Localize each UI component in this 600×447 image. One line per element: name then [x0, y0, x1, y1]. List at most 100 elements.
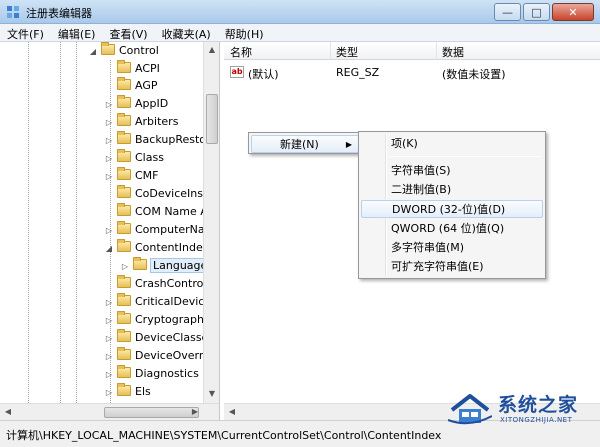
expand-icon[interactable]: ▷ [104, 330, 114, 347]
expand-icon[interactable]: ▷ [104, 222, 114, 239]
folder-icon [117, 275, 131, 288]
menu-item-qword-value[interactable]: QWORD (64 位)值(Q) [361, 220, 543, 238]
tree-item[interactable]: ▷ DeviceClasses [104, 329, 214, 346]
folder-icon [117, 167, 131, 180]
folder-icon [117, 185, 131, 198]
scroll-down-icon[interactable]: ▼ [204, 386, 219, 402]
expand-icon[interactable]: ▷ [104, 96, 114, 113]
window-title: 注册表编辑器 [26, 7, 92, 20]
collapse-icon[interactable]: ◢ [88, 43, 98, 60]
expand-icon[interactable]: ▷ [104, 384, 114, 401]
list-header: 名称 类型 数据 [224, 42, 600, 60]
tree-item[interactable]: ▷ AppID [104, 95, 168, 112]
folder-icon [117, 131, 131, 144]
column-type-header[interactable]: 类型 [336, 44, 358, 60]
column-data-header[interactable]: 数据 [442, 44, 464, 60]
expand-icon[interactable]: ▷ [104, 348, 114, 365]
tree-item-language[interactable]: ▷ Language [120, 257, 211, 275]
menu-item-key[interactable]: 项(K) [361, 135, 543, 153]
registry-editor-icon [7, 6, 19, 18]
tree-item[interactable]: CoDeviceInsta [104, 185, 214, 202]
tree-item[interactable]: COM Name A [104, 203, 208, 220]
folder-icon [117, 77, 131, 90]
folder-icon [117, 293, 131, 306]
list-item[interactable]: ab (默认) REG_SZ (数值未设置) [224, 64, 600, 81]
menu-item-dword-value[interactable]: DWORD (32-位)值(D) [361, 200, 543, 218]
watermark-subtext: XITONGZHIJIA.NET [500, 416, 573, 424]
value-data: (数值未设置) [442, 68, 506, 81]
tree-item-control[interactable]: ◢ Control [88, 42, 159, 59]
folder-icon [117, 113, 131, 126]
tree-item[interactable]: ▷ BackupRestor [104, 131, 211, 148]
submenu-arrow-icon: ▶ [345, 140, 352, 149]
collapse-icon[interactable]: ◢ [104, 240, 114, 257]
folder-icon [133, 257, 147, 270]
folder-icon [117, 311, 131, 324]
expand-icon[interactable]: ▷ [104, 114, 114, 131]
scroll-up-icon[interactable]: ▲ [204, 42, 219, 58]
context-menu: 新建(N) ▶ [248, 132, 362, 154]
menu-view[interactable]: 查看(V) [102, 24, 154, 41]
scroll-thumb[interactable] [104, 407, 199, 418]
folder-icon [117, 383, 131, 396]
menu-item-multi-string-value[interactable]: 多字符串值(M) [361, 239, 543, 257]
minimize-button[interactable]: — [494, 3, 521, 21]
menu-item-new[interactable]: 新建(N) ▶ [251, 135, 359, 153]
folder-icon [117, 95, 131, 108]
maximize-button[interactable]: □ [523, 3, 550, 21]
tree-item[interactable]: ▷ CriticalDeviceI [104, 293, 214, 310]
tree-item[interactable]: ▷ DeviceOverric [104, 347, 213, 364]
tree-horizontal-scrollbar[interactable]: ◀ ▶ [0, 403, 219, 420]
tree-item-contentindex[interactable]: ◢ ContentIndex [104, 239, 209, 256]
tree-vertical-scrollbar[interactable]: ▲ ▼ [203, 42, 219, 403]
value-type: REG_SZ [336, 66, 380, 79]
menu-item-string-value[interactable]: 字符串值(S) [361, 162, 543, 180]
tree-item[interactable]: ACPI [104, 60, 160, 77]
scroll-left-icon[interactable]: ◀ [224, 404, 240, 420]
string-value-icon: ab [230, 66, 244, 78]
folder-open-icon [117, 239, 131, 252]
tree-item[interactable]: ▷ ComputerNar [104, 221, 209, 238]
tree-item[interactable]: ▷ Els [104, 383, 151, 400]
tree-item[interactable]: ▷ Class [104, 149, 164, 166]
folder-icon [117, 203, 131, 216]
menu-file[interactable]: 文件(F) [0, 24, 51, 41]
column-name-header[interactable]: 名称 [230, 44, 252, 60]
tree-item[interactable]: ▷ CMF [104, 167, 159, 184]
scroll-left-icon[interactable]: ◀ [0, 404, 16, 420]
tree-item[interactable]: ▷ Arbiters [104, 113, 178, 130]
tree-item[interactable]: CrashControl [104, 275, 206, 292]
expand-icon[interactable]: ▷ [120, 258, 130, 275]
menu-item-binary-value[interactable]: 二进制值(B) [361, 181, 543, 199]
watermark-text: 系统之家 [498, 394, 579, 416]
scroll-thumb[interactable] [206, 94, 218, 144]
folder-icon [117, 149, 131, 162]
title-bar[interactable]: 注册表编辑器 — □ ✕ [0, 0, 600, 24]
scroll-right-icon[interactable]: ▶ [187, 404, 203, 420]
value-name: (默认) [248, 68, 279, 81]
expand-icon[interactable]: ▷ [104, 168, 114, 185]
house-logo-icon [448, 394, 492, 425]
menu-edit[interactable]: 编辑(E) [51, 24, 103, 41]
folder-icon [117, 60, 131, 73]
close-button[interactable]: ✕ [552, 3, 594, 21]
folder-icon [117, 221, 131, 234]
menu-favorites[interactable]: 收藏夹(A) [155, 24, 218, 41]
new-submenu: 项(K) 字符串值(S) 二进制值(B) DWORD (32-位)值(D) QW… [358, 131, 546, 279]
expand-icon[interactable]: ▷ [104, 132, 114, 149]
expand-icon[interactable]: ▷ [104, 150, 114, 167]
watermark: 系统之家 XITONGZHIJIA.NET [448, 386, 598, 432]
registry-tree[interactable]: ◢ Control ACPI AGP ▷ AppID ▷ Arbiters ▷ Back… [0, 42, 220, 420]
menu-bar: 文件(F) 编辑(E) 查看(V) 收藏夹(A) 帮助(H) [0, 24, 600, 42]
folder-icon [101, 42, 115, 55]
menu-item-expandable-string-value[interactable]: 可扩充字符串值(E) [361, 258, 543, 276]
tree-item[interactable]: AGP [104, 77, 158, 94]
expand-icon[interactable]: ▷ [104, 294, 114, 311]
menu-help[interactable]: 帮助(H) [218, 24, 271, 41]
tree-item[interactable]: ▷ Cryptography [104, 311, 210, 328]
expand-icon[interactable]: ▷ [104, 366, 114, 383]
tree-item[interactable]: ▷ Diagnostics [104, 365, 199, 382]
folder-icon [117, 329, 131, 342]
folder-icon [117, 347, 131, 360]
expand-icon[interactable]: ▷ [104, 312, 114, 329]
